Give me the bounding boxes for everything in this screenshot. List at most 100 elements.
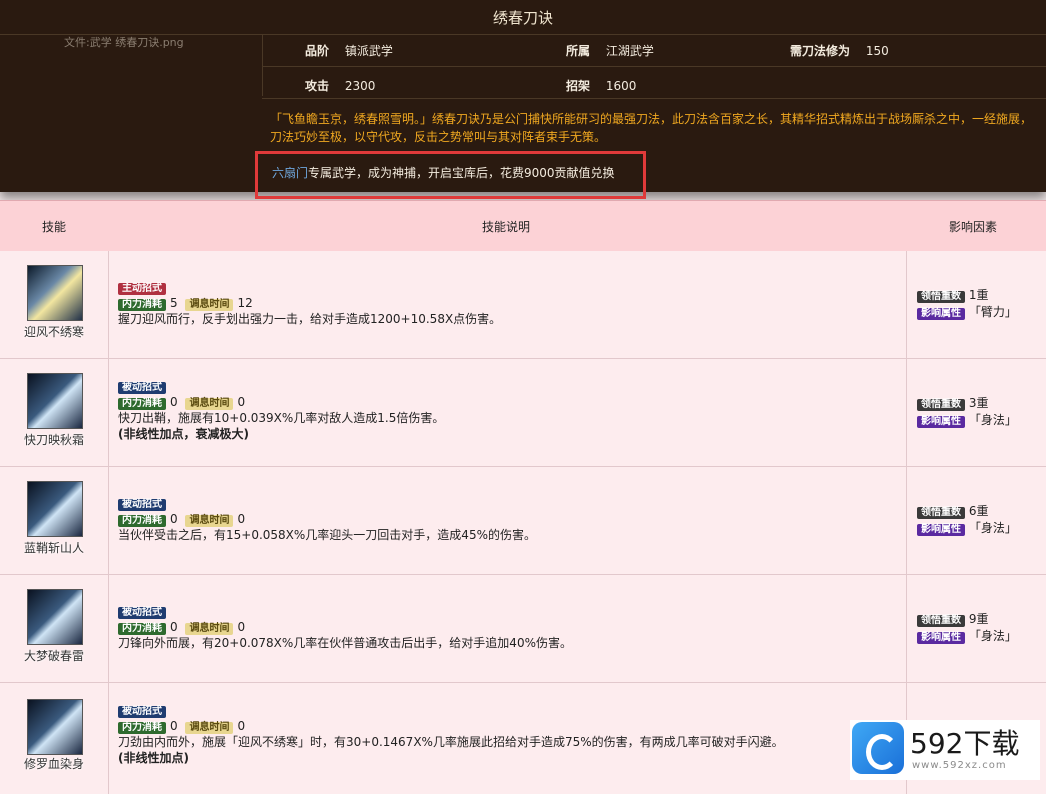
skill-cell: 蓝鞘斩山人 <box>0 467 109 574</box>
cooldown-value: 0 <box>237 512 246 526</box>
cost-value: 0 <box>170 719 178 733</box>
factor-cell: 领悟重数 3重 影响属性 「身法」 <box>906 359 1046 466</box>
cooldown-badge: 调息时间 <box>185 299 234 311</box>
attribute-badge: 影响属性 <box>917 308 965 320</box>
requirement-label: 需刀法修为 <box>790 44 851 58</box>
effect-text: 当伙伴受击之后，有15+0.058X%几率迎头一刀回击对手，造成45%的伤害。 <box>118 528 536 542</box>
skill-desc-cell: 被动招式 内力消耗 0 调息时间 0 刀劲由内而外，施展「迎风不绣寒」时，有30+0… <box>118 702 898 766</box>
attribute-value: 「身法」 <box>968 629 1017 643</box>
layer-badge: 领悟重数 <box>917 291 965 303</box>
attribute-value: 「身法」 <box>968 413 1017 427</box>
skill-desc-cell: 主动招式 内力消耗 5 调息时间 12 握刀迎风而行，反手划出强力一击，给对手造成1… <box>118 279 898 327</box>
skill-name: 蓝鞘斩山人 <box>23 541 84 555</box>
cooldown-value: 0 <box>237 620 246 634</box>
attack-field: 攻击 2300 <box>305 77 375 94</box>
cooldown-badge: 调息时间 <box>185 398 234 410</box>
skill-type-badge: 被动招式 <box>118 499 166 511</box>
table-row: 迎风不绣寒 主动招式 内力消耗 5 调息时间 12 握刀迎风而行，反手划出强力一击，… <box>0 251 1046 359</box>
attribute-badge: 影响属性 <box>917 416 965 428</box>
cooldown-badge: 调息时间 <box>185 515 234 527</box>
skill-desc-cell: 被动招式 内力消耗 0 调息时间 0 刀锋向外而展，有20+0.078X%几率在伙伴… <box>118 603 898 651</box>
attack-value: 2300 <box>344 79 376 93</box>
attribute-badge: 影响属性 <box>917 632 965 644</box>
factor-cell: 领悟重数 9重 影响属性 「身法」 <box>906 575 1046 682</box>
cooldown-value: 0 <box>237 395 246 409</box>
layer-badge: 领悟重数 <box>917 399 965 411</box>
image-filename-link[interactable]: 文件:武学 绣春刀诀.png <box>64 34 184 50</box>
cost-badge: 内力消耗 <box>118 722 166 734</box>
belong-value: 江湖武学 <box>605 44 654 58</box>
effect-text: 刀锋向外而展，有20+0.078X%几率在伙伴普通攻击后出手，给对手追加40%伤… <box>118 636 572 650</box>
skill-name: 修罗血染身 <box>23 757 84 771</box>
parry-label: 招架 <box>566 79 591 93</box>
belong-label: 所属 <box>566 44 591 58</box>
skill-desc-cell: 被动招式 内力消耗 0 调息时间 0 快刀出鞘，施展有10+0.039X%几率对敌人… <box>118 378 898 442</box>
cost-badge: 内力消耗 <box>118 398 166 410</box>
brand-icon <box>852 722 904 774</box>
requirement-field: 需刀法修为 150 <box>790 42 889 59</box>
parry-field: 招架 1600 <box>566 77 636 94</box>
effect-note: (非线性加点，衰减极大) <box>118 427 249 441</box>
skill-icon <box>27 699 83 755</box>
effect-text: 握刀迎风而行，反手划出强力一击，给对手造成1200+10.58X点伤害。 <box>118 312 502 326</box>
cooldown-badge: 调息时间 <box>185 722 234 734</box>
layer-value: 9重 <box>968 612 989 626</box>
layer-value: 6重 <box>968 504 989 518</box>
info-row-2 <box>262 66 1046 99</box>
skill-cell: 迎风不绣寒 <box>0 251 109 358</box>
cooldown-badge: 调息时间 <box>185 623 234 635</box>
factor-cell: 领悟重数 1重 影响属性 「臂力」 <box>906 251 1046 358</box>
col-factor-header: 影响因素 <box>949 220 998 234</box>
effect-note: (非线性加点) <box>118 751 189 765</box>
skill-cell: 快刀映秋霜 <box>0 359 109 466</box>
layer-badge: 领悟重数 <box>917 615 965 627</box>
watermark-url: www.592xz.com <box>912 760 1007 771</box>
attribute-value: 「身法」 <box>968 521 1017 535</box>
skill-title: 绣春刀诀 <box>0 0 1046 35</box>
skill-name: 迎风不绣寒 <box>23 325 84 339</box>
cost-value: 5 <box>170 296 178 310</box>
highlight-box <box>255 151 646 199</box>
cooldown-value: 0 <box>237 719 246 733</box>
attribute-value: 「臂力」 <box>968 305 1017 319</box>
layer-badge: 领悟重数 <box>917 507 965 519</box>
factor-cell: 领悟重数 6重 影响属性 「身法」 <box>906 467 1046 574</box>
skill-description: 「飞鱼瞻玉京，绣春照雪明。」绣春刀诀乃是公门捕快所能研习的最强刀法，此刀法含百家… <box>270 112 1033 144</box>
cost-value: 0 <box>170 620 178 634</box>
skill-type-badge: 主动招式 <box>118 283 166 295</box>
skill-name: 快刀映秋霜 <box>23 433 84 447</box>
layer-value: 3重 <box>968 396 989 410</box>
table-row: 快刀映秋霜 被动招式 内力消耗 0 调息时间 0 快刀出鞘，施展有10+0.039X… <box>0 359 1046 467</box>
effect-text: 刀劲由内而外，施展「迎风不绣寒」时，有30+0.1467X%几率施展此招给对手造… <box>118 735 784 749</box>
col-skill-header: 技能 <box>42 220 67 234</box>
col-desc-header: 技能说明 <box>482 220 531 234</box>
skill-icon <box>27 265 83 321</box>
skill-cell: 修罗血染身 <box>0 683 109 794</box>
attribute-badge: 影响属性 <box>917 524 965 536</box>
skill-desc-cell: 被动招式 内力消耗 0 调息时间 0 当伙伴受击之后，有15+0.058X%几率迎头… <box>118 495 898 543</box>
watermark-brand: 592下载 <box>910 727 1020 760</box>
grade-label: 品阶 <box>305 44 330 58</box>
effect-text: 快刀出鞘，施展有10+0.039X%几率对敌人造成1.5倍伤害。 <box>118 411 445 425</box>
skill-icon <box>27 373 83 429</box>
skill-name: 大梦破春雷 <box>23 649 84 663</box>
skill-type-badge: 被动招式 <box>118 607 166 619</box>
cost-badge: 内力消耗 <box>118 299 166 311</box>
table-header: 技能 技能说明 影响因素 <box>0 200 1046 252</box>
grade-value: 镇派武学 <box>344 44 393 58</box>
cost-badge: 内力消耗 <box>118 515 166 527</box>
watermark-logo: 592下载 www.592xz.com <box>850 720 1040 780</box>
table-row: 大梦破春雷 被动招式 内力消耗 0 调息时间 0 刀锋向外而展，有20+0.078X… <box>0 575 1046 683</box>
skill-icon <box>27 481 83 537</box>
attack-label: 攻击 <box>305 79 330 93</box>
skill-cell: 大梦破春雷 <box>0 575 109 682</box>
grade-field: 品阶 镇派武学 <box>305 42 393 59</box>
skill-type-badge: 被动招式 <box>118 706 166 718</box>
cost-value: 0 <box>170 395 178 409</box>
cooldown-value: 12 <box>237 296 253 310</box>
cost-badge: 内力消耗 <box>118 623 166 635</box>
requirement-value: 150 <box>865 44 889 58</box>
parry-value: 1600 <box>605 79 637 93</box>
skill-icon <box>27 589 83 645</box>
cost-value: 0 <box>170 512 178 526</box>
